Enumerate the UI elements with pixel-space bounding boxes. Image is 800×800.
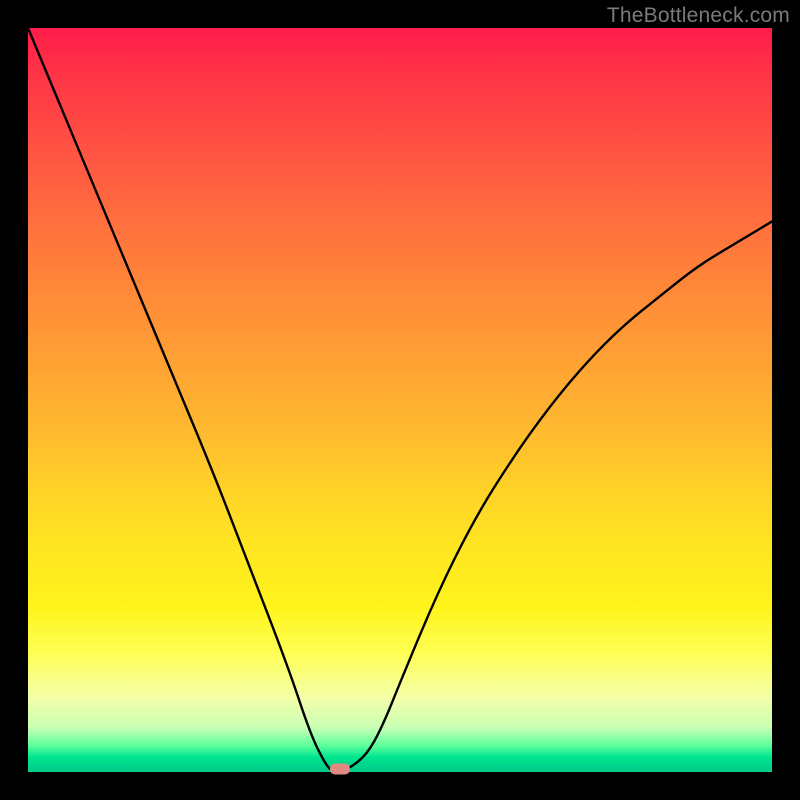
optimal-marker bbox=[330, 764, 350, 775]
plot-area bbox=[28, 28, 772, 772]
bottleneck-curve-svg bbox=[28, 28, 772, 772]
bottleneck-curve-path bbox=[28, 28, 772, 772]
watermark-text: TheBottleneck.com bbox=[607, 4, 790, 28]
chart-frame: TheBottleneck.com bbox=[0, 0, 800, 800]
